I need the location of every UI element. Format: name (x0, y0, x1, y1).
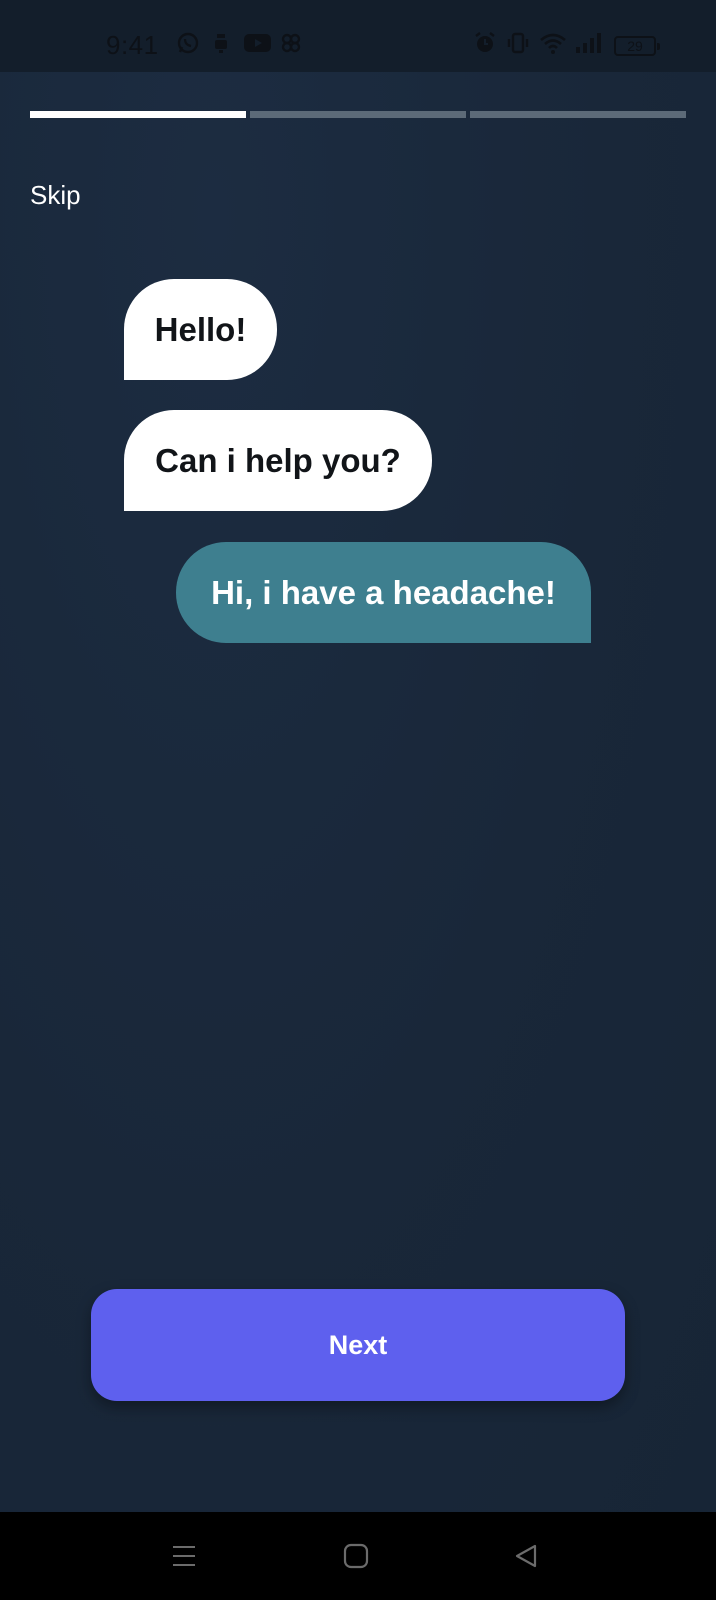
battery-icon: 29 (614, 36, 660, 56)
status-time: 9:41 (106, 30, 159, 60)
alarm-icon (472, 30, 498, 56)
progress-indicator (30, 111, 686, 118)
chat-bubble-bot: Hello! (124, 279, 277, 380)
chat-bubble-user: Hi, i have a headache! (176, 542, 591, 643)
notification-icon (210, 30, 232, 56)
skip-button[interactable]: Skip (30, 180, 81, 211)
app-icon (278, 30, 304, 56)
chat-bubble-bot: Can i help you? (124, 410, 432, 511)
status-bar: 9:41 29 (0, 0, 716, 72)
vibrate-icon (505, 30, 531, 56)
progress-step-2 (250, 111, 466, 118)
home-icon[interactable] (340, 1540, 372, 1572)
next-button[interactable]: Next (91, 1289, 625, 1401)
progress-step-1 (30, 111, 246, 118)
signal-icon (574, 30, 604, 56)
youtube-icon (243, 30, 271, 56)
back-icon[interactable] (510, 1540, 542, 1572)
progress-step-3 (470, 111, 686, 118)
onboarding-screen: Skip Hello! Can i help you? Hi, i have a… (0, 72, 716, 1512)
system-nav-bar (0, 1512, 716, 1600)
wifi-icon (538, 30, 568, 56)
whatsapp-icon (175, 30, 201, 56)
menu-icon[interactable] (168, 1540, 200, 1572)
